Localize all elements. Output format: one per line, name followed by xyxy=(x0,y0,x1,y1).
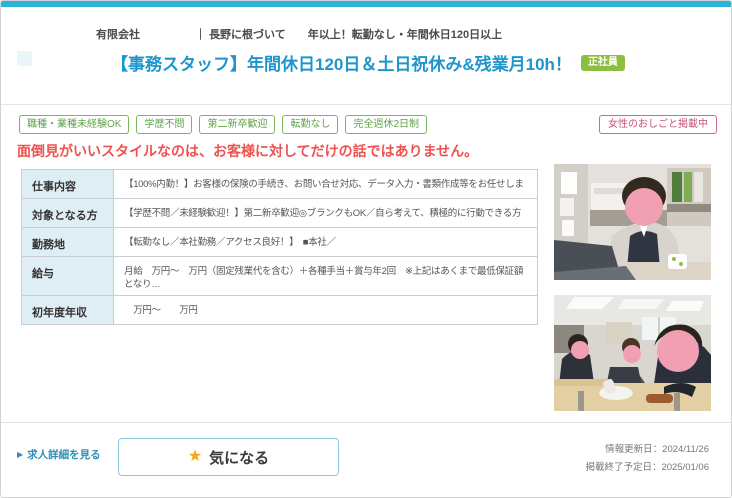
tag-no-transfer: 転勤なし xyxy=(282,115,339,134)
table-row: 給与 月給 万円～ 万円（固定残業代を含む）＋各種手当＋賞与年2回 ※上記はあく… xyxy=(22,257,537,296)
table-row: 対象となる方 【学歴不問／未経験歓迎！】第二新卒歓迎◎ブランクもOK／自ら考えて… xyxy=(22,199,537,228)
detail-label: 対象となる方 xyxy=(22,199,114,227)
detail-value: 万円～ 万円 xyxy=(124,305,198,316)
updated-date-value: 2024/11/26 xyxy=(662,444,709,455)
detail-label: 給与 xyxy=(22,257,114,295)
favorite-button-label: 気になる xyxy=(209,449,270,467)
office-photo-team xyxy=(554,295,711,411)
tag-second-grad: 第二新卒歓迎 xyxy=(199,115,276,134)
table-row: 初年度年収 万円～ 万円 xyxy=(22,296,537,325)
expires-date-label: 掲載終了予定日： xyxy=(585,462,662,473)
footer-divider xyxy=(1,422,731,423)
company-line: 有限会社 ｜ 長野に根づいて 年以上！転勤なし・年間休日120日以上 xyxy=(96,29,503,41)
job-details-table: 仕事内容 【100%内勤！】お客様の保険の手続き、お問い合せ対応、データ入力・書… xyxy=(21,169,538,325)
job-details-link[interactable]: ▶ 求人詳細を見る xyxy=(17,447,101,462)
card-header: 有限会社 ｜ 長野に根づいて 年以上！転勤なし・年間休日120日以上 【事務スタ… xyxy=(1,7,731,105)
tag-education: 学歴不問 xyxy=(136,115,193,134)
detail-value: 【転勤なし／本社勤務／アクセス良好！】 ■本社／ xyxy=(124,237,336,248)
job-title-link[interactable]: 【事務スタッフ】年間休日120日＆土日祝休み&残業月10h！ xyxy=(111,50,572,75)
updated-date-line: 情報更新日：2024/11/26 xyxy=(585,441,709,459)
faint-new-icon xyxy=(17,51,32,66)
job-details-link-label: 求人詳細を見る xyxy=(27,449,101,461)
table-row: 仕事内容 【100%内勤！】お客様の保険の手続き、お問い合せ対応、データ入力・書… xyxy=(22,170,537,199)
detail-label: 初年度年収 xyxy=(22,296,114,324)
detail-value: 月給 万円～ 万円（固定残業代を含む）＋各種手当＋賞与年2回 ※上記はあくまで最… xyxy=(124,266,524,290)
title-row: 【事務スタッフ】年間休日120日＆土日祝休み&残業月10h！ 正社員 xyxy=(111,50,625,75)
table-row: 勤務地 【転勤なし／本社勤務／アクセス良好！】 ■本社／ xyxy=(22,228,537,257)
updated-date-label: 情報更新日： xyxy=(605,444,663,455)
detail-value: 【学歴不問／未経験歓迎！】第二新卒歓迎◎ブランクもOK／自ら考えて、積極的に行動… xyxy=(124,208,522,219)
expires-date-line: 掲載終了予定日：2025/01/06 xyxy=(585,459,709,477)
office-photo-woman-at-desk xyxy=(554,164,711,280)
employment-type-badge: 正社員 xyxy=(580,54,625,71)
tag-no-experience: 職種・業種未経験OK xyxy=(19,115,130,134)
detail-label: 勤務地 xyxy=(22,228,114,256)
listing-meta: 情報更新日：2024/11/26 掲載終了予定日：2025/01/06 xyxy=(585,441,709,477)
catch-copy: 面倒見がいいスタイルなのは、お客様に対してだけの話ではありません。 xyxy=(17,143,479,159)
detail-label: 仕事内容 xyxy=(22,170,114,198)
favorite-button[interactable]: ★ 気になる xyxy=(118,438,339,476)
star-icon: ★ xyxy=(187,448,203,465)
feature-tags: 職種・業種未経験OK 学歴不問 第二新卒歓迎 転勤なし 完全週休2日制 xyxy=(19,115,428,134)
womens-job-badge: 女性のおしごと掲載中 xyxy=(599,115,717,134)
expires-date-value: 2025/01/06 xyxy=(661,462,709,473)
tag-two-days-off: 完全週休2日制 xyxy=(345,115,428,134)
detail-value: 【100%内勤！】お客様の保険の手続き、お問い合せ対応、データ入力・書類作成等を… xyxy=(124,179,524,190)
play-icon: ▶ xyxy=(17,450,24,459)
job-listing-card: 有限会社 ｜ 長野に根づいて 年以上！転勤なし・年間休日120日以上 【事務スタ… xyxy=(0,0,732,498)
